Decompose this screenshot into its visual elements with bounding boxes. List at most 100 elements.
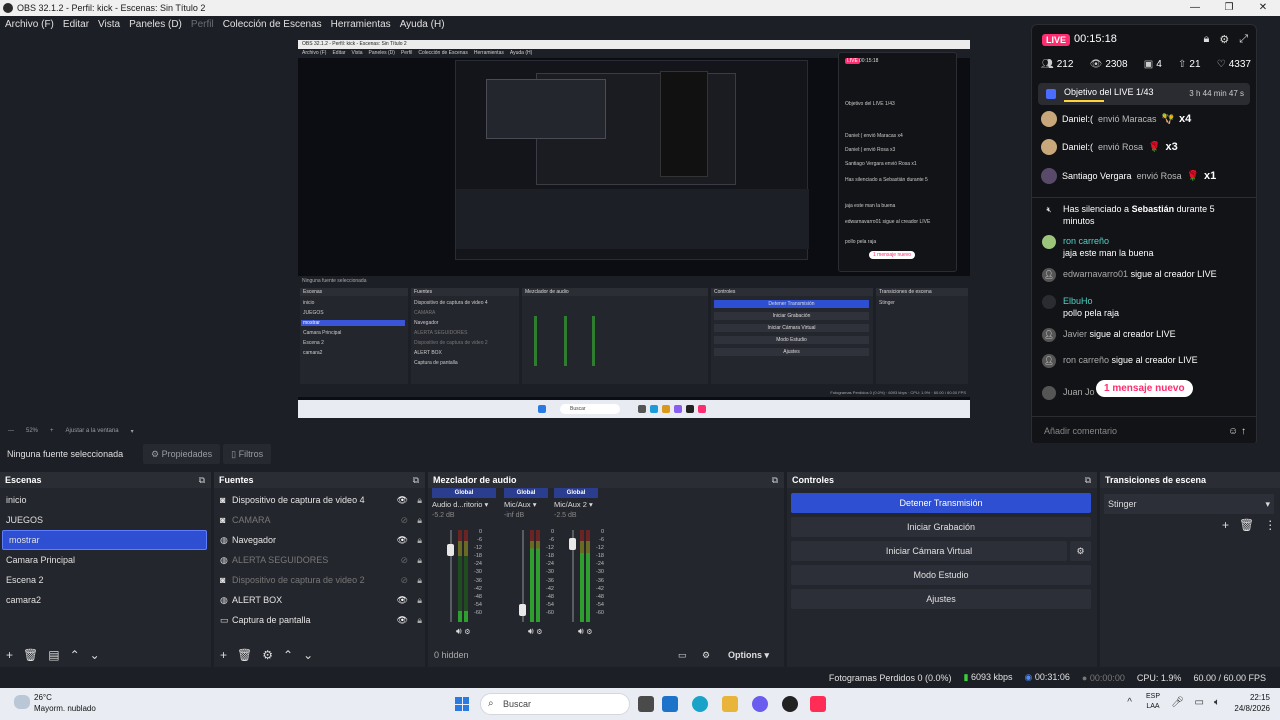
close-icon[interactable]: ✕ — [1246, 0, 1280, 16]
move-down-icon[interactable]: ⌄ — [90, 648, 100, 662]
task-view-icon[interactable] — [638, 696, 654, 712]
popout-icon[interactable]: ⧉ — [772, 472, 778, 488]
volume-icon[interactable]: 🔈︎ — [1214, 697, 1220, 708]
zoom-fit[interactable]: Ajustar a la ventana — [66, 428, 119, 434]
menu-coleccion[interactable]: Colección de Escenas — [223, 19, 322, 30]
fader-knob[interactable] — [447, 544, 454, 557]
source-item[interactable]: ◍ ALERT BOX 👁 🔒︎ — [220, 590, 422, 610]
add-transition-button[interactable]: + — [1222, 518, 1229, 532]
clock[interactable]: 22:15 24/8/2026 — [1234, 692, 1270, 714]
mixer-settings-icon[interactable]: ⚙ — [586, 629, 592, 636]
menu-herramientas[interactable]: Herramientas — [331, 19, 391, 30]
mic-icon[interactable]: 🎤︎ — [1171, 697, 1184, 708]
sources-title: Fuentes — [219, 475, 254, 485]
settings-button[interactable]: Ajustes — [791, 589, 1091, 609]
source-item[interactable]: ◙ Dispositivo de captura de video 2 ⊘ 🔒︎ — [220, 570, 422, 590]
menu-vista[interactable]: Vista — [98, 19, 120, 30]
start-button[interactable] — [455, 697, 469, 711]
popout-icon[interactable]: ⤢ — [1239, 33, 1248, 46]
zoom-value: 52% — [26, 428, 39, 434]
preview-canvas[interactable]: OBS 32.1.2 - Perfil: kick - Escenas: Sin… — [298, 40, 970, 418]
popout-icon[interactable]: ⧉ — [1085, 472, 1091, 488]
comment-input[interactable]: Añadir comentario ☺ ↑ — [1032, 416, 1256, 445]
scene-item[interactable]: Escena 2 — [0, 570, 44, 590]
explorer-icon[interactable] — [722, 696, 738, 712]
menu-paneles[interactable]: Paneles (D) — [129, 19, 182, 30]
stop-stream-button[interactable]: Detener Transmisión — [791, 493, 1091, 513]
add-scene-button[interactable]: + — [6, 648, 13, 662]
add-source-button[interactable]: + — [220, 648, 227, 662]
source-item[interactable]: ◍ ALERTA SEGUIDORES ⊘ 🔒︎ — [220, 550, 422, 570]
edge-icon[interactable] — [692, 696, 708, 712]
move-up-icon[interactable]: ⌃ — [283, 648, 293, 662]
menu-ayuda[interactable]: Ayuda (H) — [400, 19, 445, 30]
start-virtual-cam-button[interactable]: Iniciar Cámara Virtual — [791, 541, 1067, 561]
taskbar-search[interactable]: ⌕ Buscar — [480, 693, 630, 715]
scale-tick: -48 — [546, 593, 554, 600]
network-icon[interactable]: ▭ — [1195, 697, 1204, 708]
live-goal[interactable]: Objetivo del LIVE 1/43 3 h 44 min 47 s — [1038, 83, 1250, 105]
move-down-icon[interactable]: ⌄ — [303, 648, 313, 662]
transitions-dock: Transiciones de escena Stinger ▾ + 🗑︎ ⋮ — [1100, 472, 1280, 667]
virtual-cam-settings-icon[interactable]: ⚙ — [1070, 541, 1091, 561]
device-select[interactable]: Audio d...ritorio ▾ — [432, 498, 496, 512]
trash-icon[interactable]: 🗑︎ — [1239, 518, 1254, 532]
menu-archivo[interactable]: Archivo (F) — [5, 19, 54, 30]
move-up-icon[interactable]: ⌃ — [70, 648, 80, 662]
filter-icon[interactable]: ▤ — [48, 648, 59, 662]
discord-icon[interactable] — [752, 696, 768, 712]
source-item[interactable]: ◙ CAMARA ⊘ 🔒︎ — [220, 510, 422, 530]
minimize-icon[interactable]: — — [1178, 0, 1212, 16]
device-select[interactable]: Mic/Aux ▾ — [504, 498, 548, 512]
trash-icon[interactable]: 🗑︎ — [237, 648, 252, 662]
speaker-icon[interactable]: 🔊︎ — [528, 626, 534, 636]
advanced-audio-icon[interactable]: ⚙ — [702, 650, 710, 661]
device-select[interactable]: Mic/Aux 2 ▾ — [554, 498, 598, 512]
scene-item[interactable]: JUEGOS — [0, 510, 43, 530]
source-item[interactable]: ▭ Captura de pantalla 👁 🔒︎ — [220, 610, 422, 630]
fader-knob[interactable] — [519, 603, 526, 616]
scene-item[interactable]: camara2 — [0, 590, 41, 610]
options-button[interactable]: Options ▾ — [728, 650, 769, 661]
speaker-icon[interactable]: 🔊︎ — [456, 626, 462, 636]
emoji-icon[interactable]: ☺ — [1228, 426, 1238, 437]
send-icon[interactable]: ↑ — [1241, 426, 1246, 437]
mixer-settings-icon[interactable]: ⚙ — [536, 629, 542, 636]
tiktok-icon[interactable] — [810, 696, 826, 712]
weather-widget[interactable]: 26°C Mayorm. nublado — [14, 692, 96, 714]
maximize-icon[interactable]: ❐ — [1212, 0, 1246, 16]
rose-icon: 🌹 — [1186, 170, 1200, 182]
chevron-up-icon[interactable]: ^ — [1127, 697, 1132, 708]
studio-mode-button[interactable]: Modo Estudio — [791, 565, 1091, 585]
filters-button[interactable]: ▯ Filtros — [223, 444, 272, 464]
lock-icon[interactable]: 🔒︎ — [1203, 33, 1209, 46]
scale-tick: -24 — [546, 561, 554, 568]
obs-icon[interactable] — [782, 696, 798, 712]
popout-icon[interactable]: ⧉ — [413, 472, 419, 488]
language-indicator[interactable]: ESP LAA — [1146, 692, 1160, 712]
group-header: Global — [554, 488, 598, 498]
fader-knob[interactable] — [569, 538, 576, 550]
menu-editar[interactable]: Editar — [63, 19, 89, 30]
source-item[interactable]: ◍ Navegador 👁 🔒︎ — [220, 530, 422, 550]
new-messages-button[interactable]: 1 mensaje nuevo — [1096, 380, 1193, 397]
scene-item[interactable]: Camara Principal — [0, 550, 75, 570]
store-icon[interactable] — [662, 696, 678, 712]
scene-item[interactable]: inicio — [0, 490, 27, 510]
settings-icon[interactable]: ⚙ — [1219, 33, 1229, 46]
zoom-in-button[interactable]: + — [50, 428, 54, 434]
zoom-dropdown-icon[interactable]: ▾ — [131, 428, 134, 435]
mixer-settings-icon[interactable]: ⚙ — [464, 629, 470, 636]
popout-icon[interactable]: ⧉ — [199, 472, 205, 488]
source-item[interactable]: ◙ Dispositivo de captura de video 4 👁 🔒︎ — [220, 490, 422, 510]
speaker-icon[interactable]: 🔊︎ — [578, 626, 584, 636]
start-recording-button[interactable]: Iniciar Grabación — [791, 517, 1091, 537]
gear-icon[interactable]: ⚙ — [262, 648, 273, 662]
zoom-out-button[interactable]: — — [8, 428, 14, 434]
trash-icon[interactable]: 🗑︎ — [23, 648, 38, 662]
transition-select[interactable]: Stinger ▾ — [1104, 494, 1274, 514]
more-icon[interactable]: ⋮ — [1264, 518, 1276, 532]
scene-item-selected[interactable]: mostrar — [2, 530, 207, 550]
layout-icon[interactable]: ▭ — [678, 650, 687, 661]
properties-button[interactable]: ⚙ Propiedades — [143, 444, 221, 464]
